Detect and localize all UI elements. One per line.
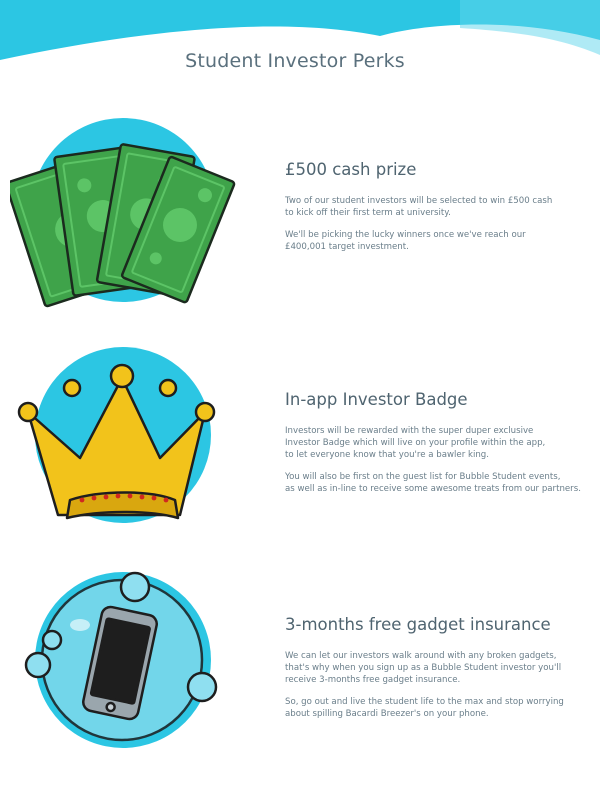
- perk-badge-paragraph-1: Investors will be rewarded with the supe…: [285, 426, 546, 460]
- crown-icon: [17, 347, 216, 523]
- perk-cash-text: £500 cash prize Two of our student inves…: [285, 160, 595, 263]
- perk-badge-paragraph-2: You will also be first on the guest list…: [285, 472, 581, 494]
- perk-insurance-title: 3-months free gadget insurance: [285, 615, 551, 634]
- perk-badge-title: In-app Investor Badge: [285, 390, 468, 409]
- perk-cash-paragraph-1: Two of our student investors will be sel…: [285, 196, 553, 218]
- perk-insurance-paragraph-2: So, go out and live the student life to …: [285, 697, 564, 719]
- page-title: Student Investor Perks: [185, 50, 405, 72]
- perk-insurance-paragraph-1: We can let our investors walk around wit…: [285, 651, 562, 685]
- phone-bubble-icon: [24, 571, 218, 748]
- perk-cash-title: £500 cash prize: [285, 160, 417, 179]
- perk-badge-text: In-app Investor Badge Investors will be …: [285, 390, 595, 505]
- cash-bills-icon: [10, 118, 236, 308]
- perk-insurance-text: 3-months free gadget insurance We can le…: [285, 615, 595, 730]
- perk-cash-paragraph-2: We'll be picking the lucky winners once …: [285, 230, 526, 252]
